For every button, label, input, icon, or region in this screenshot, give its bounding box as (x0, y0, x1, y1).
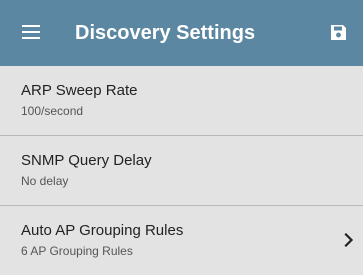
setting-item-auto-ap-grouping-rules[interactable]: Auto AP Grouping Rules 6 AP Grouping Rul… (0, 206, 363, 275)
setting-title: Auto AP Grouping Rules (21, 222, 184, 239)
discovery-settings-screen: Discovery Settings ARP Sweep Rate 100/se… (0, 0, 363, 275)
page-title: Discovery Settings (75, 22, 256, 44)
setting-item-snmp-query-delay[interactable]: SNMP Query Delay No delay (0, 136, 363, 206)
setting-value: No delay (21, 174, 69, 188)
setting-title: SNMP Query Delay (21, 152, 152, 169)
save-icon[interactable] (330, 24, 347, 41)
app-bar: Discovery Settings (0, 0, 363, 66)
setting-item-arp-sweep-rate[interactable]: ARP Sweep Rate 100/second (0, 66, 363, 136)
setting-value: 6 AP Grouping Rules (21, 244, 133, 258)
hamburger-menu-icon[interactable] (22, 25, 40, 39)
chevron-right-icon (344, 232, 354, 248)
setting-value: 100/second (21, 104, 84, 118)
settings-list: ARP Sweep Rate 100/second SNMP Query Del… (0, 66, 363, 275)
setting-title: ARP Sweep Rate (21, 82, 138, 99)
